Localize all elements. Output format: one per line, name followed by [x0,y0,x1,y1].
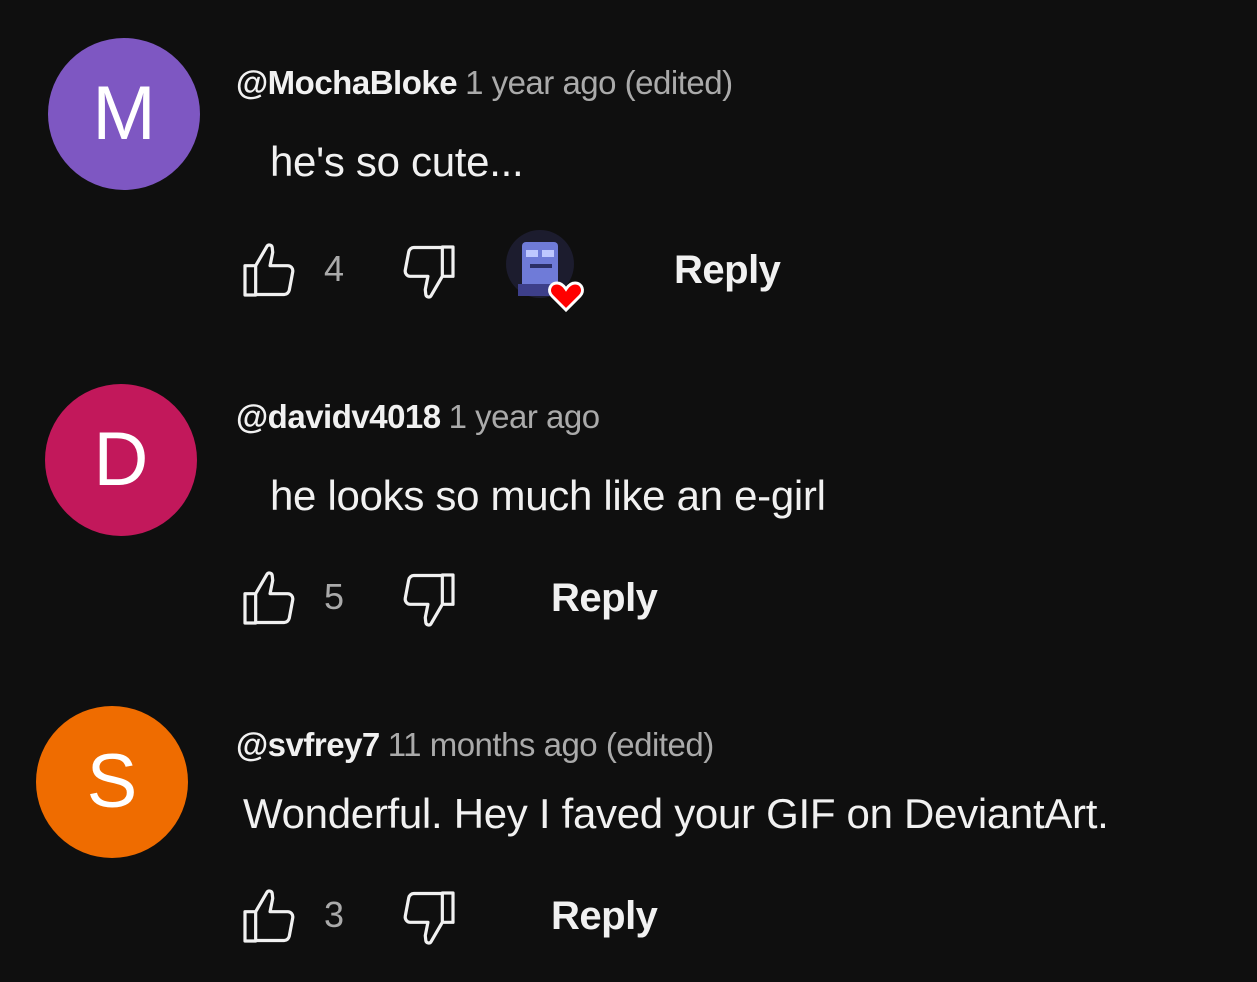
dislike-button[interactable] [396,236,462,306]
comment-actions: 3 Reply [236,882,1136,952]
author-name[interactable]: @davidv4018 [236,398,441,435]
avatar-letter: M [92,71,156,156]
thumbs-up-icon [243,571,295,625]
thumbs-down-icon [403,891,455,945]
like-count: 3 [324,894,345,935]
author-name[interactable]: @MochaBloke [236,64,458,101]
thumbs-up-icon [243,243,295,297]
reply-button[interactable]: Reply [674,248,781,293]
author-name[interactable]: @svfrey7 [236,726,380,763]
thumbs-down-icon [403,245,455,299]
heart-icon [548,281,584,313]
avatar-letter: S [86,739,138,824]
comment-thread-item: S @svfrey7 11 months ago (edited) Wonderf… [0,660,1257,982]
comment-actions: 5 Reply [236,564,1136,634]
like-button[interactable] [236,882,302,952]
comment-text: he's so cute... [270,138,524,185]
reply-button[interactable]: Reply [551,576,658,621]
dislike-button[interactable] [396,564,462,634]
creator-avatar-icon [506,230,584,313]
like-count: 4 [324,248,345,289]
comment-thread-item: M @MochaBloke 1 year ago (edited) he's so… [0,0,1257,330]
avatar[interactable]: D [45,384,197,536]
reply-button[interactable]: Reply [551,894,658,939]
dislike-button[interactable] [396,882,462,952]
comment-timestamp[interactable]: 1 year ago (edited) [465,64,733,101]
avatar[interactable]: S [36,706,188,858]
comment-text: he looks so much like an e-girl [270,472,826,519]
comment-actions: 4 Reply [236,230,1136,313]
like-button[interactable] [236,236,302,306]
thumbs-up-icon [243,889,295,943]
comment-text: Wonderful. Hey I faved your GIF on Devia… [243,790,1109,837]
comment-header: @MochaBloke 1 year ago (edited) [236,64,733,102]
like-count: 5 [324,576,345,617]
like-button[interactable] [236,564,302,634]
comment-timestamp[interactable]: 1 year ago [449,398,600,435]
comment-timestamp[interactable]: 11 months ago (edited) [388,726,714,763]
creator-heart-badge[interactable] [500,228,590,314]
thumbs-down-icon [403,573,455,627]
comment-header: @davidv4018 1 year ago [236,398,600,436]
avatar[interactable]: M [48,38,200,190]
comment-header: @svfrey7 11 months ago (edited) [236,726,714,764]
comment-thread-item: D @davidv4018 1 year ago he looks so much… [0,330,1257,660]
avatar-letter: D [93,417,149,502]
